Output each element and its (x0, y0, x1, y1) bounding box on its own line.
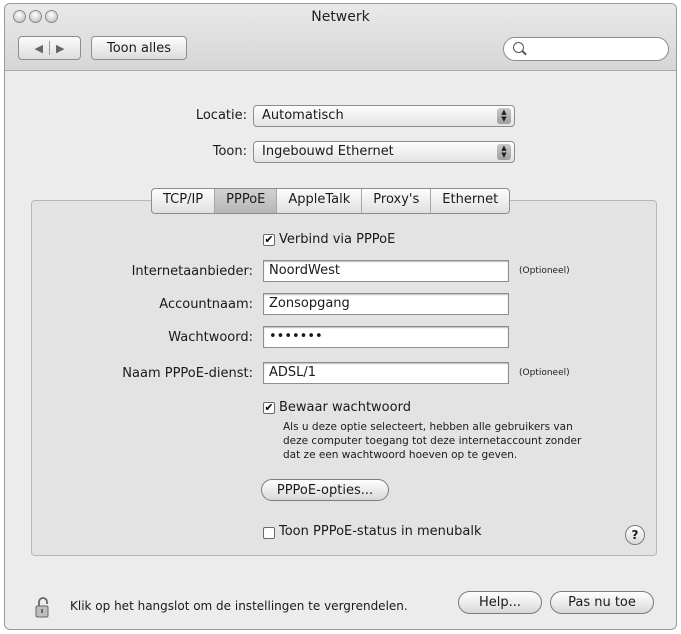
segment-divider (49, 41, 50, 55)
help-button[interactable]: Help... (458, 591, 542, 614)
title-bar: Netwerk ◀ ▶ Toon alles (5, 4, 676, 71)
save-password-help-line: Als u deze optie selecteert, hebben alle… (283, 421, 573, 433)
tab-tcpip[interactable]: TCP/IP (152, 189, 216, 213)
pppoe-options-button[interactable]: PPPoE-opties... (261, 479, 389, 501)
search-field[interactable] (503, 37, 669, 61)
forward-arrow-icon[interactable]: ▶ (56, 42, 64, 55)
tab-ethernet[interactable]: Ethernet (431, 189, 509, 213)
window-title: Netwerk (311, 9, 370, 25)
tab-pppoe[interactable]: PPPoE (215, 189, 278, 213)
account-field[interactable]: Zonsopgang (263, 293, 509, 315)
back-forward-control[interactable]: ◀ ▶ (18, 36, 81, 60)
show-value: Ingebouwd Ethernet (262, 144, 394, 159)
help-icon[interactable]: ? (625, 525, 645, 545)
show-status-checkbox[interactable] (263, 527, 275, 539)
password-label: Wachtwoord: (168, 330, 253, 345)
tab-bar: TCP/IP PPPoE AppleTalk Proxy's Ethernet (151, 188, 511, 214)
popup-arrows-icon: ▲ ▼ (497, 144, 511, 160)
show-all-button[interactable]: Toon alles (91, 36, 187, 60)
service-name-field[interactable]: ADSL/1 (263, 362, 509, 384)
service-name-label: Naam PPPoE-dienst: (122, 366, 253, 381)
save-password-checkbox[interactable]: ✔ (263, 402, 275, 414)
save-password-label: Bewaar wachtwoord (279, 400, 411, 415)
location-popup[interactable]: Automatisch ▲ ▼ (253, 105, 515, 127)
save-password-help-line: deze computer toegang tot deze interneta… (283, 435, 582, 447)
tab-proxies[interactable]: Proxy's (362, 189, 432, 213)
search-icon (513, 42, 524, 53)
provider-label: Internetaanbieder: (131, 264, 253, 279)
provider-field[interactable]: NoordWest (263, 260, 509, 282)
provider-optional-note: (Optioneel) (519, 266, 570, 276)
popup-arrows-icon: ▲ ▼ (497, 108, 511, 124)
apply-now-button[interactable]: Pas nu toe (550, 591, 654, 614)
save-password-help-line: dat ze een wachtwoord hoeven op te geven… (283, 449, 518, 461)
password-field[interactable]: ••••••• (263, 326, 509, 348)
network-preferences-window: Netwerk ◀ ▶ Toon alles Locatie: Automati… (4, 3, 677, 630)
connect-pppoe-checkbox[interactable]: ✔ (263, 234, 275, 246)
back-arrow-icon[interactable]: ◀ (35, 42, 43, 55)
location-value: Automatisch (262, 108, 344, 123)
lock-instruction: Klik op het hangslot om de instellingen … (70, 599, 408, 613)
show-popup[interactable]: Ingebouwd Ethernet ▲ ▼ (253, 141, 515, 163)
account-label: Accountnaam: (159, 297, 253, 312)
show-status-label: Toon PPPoE-status in menubalk (279, 524, 482, 539)
service-optional-note: (Optioneel) (519, 368, 570, 378)
location-label: Locatie: (195, 108, 247, 123)
save-password-help: Als u deze optie selecteert, hebben alle… (283, 420, 633, 462)
connect-pppoe-label: Verbind via PPPoE (279, 232, 396, 247)
lock-icon[interactable] (35, 596, 51, 618)
show-label: Toon: (212, 144, 247, 159)
tab-appletalk[interactable]: AppleTalk (277, 189, 363, 213)
